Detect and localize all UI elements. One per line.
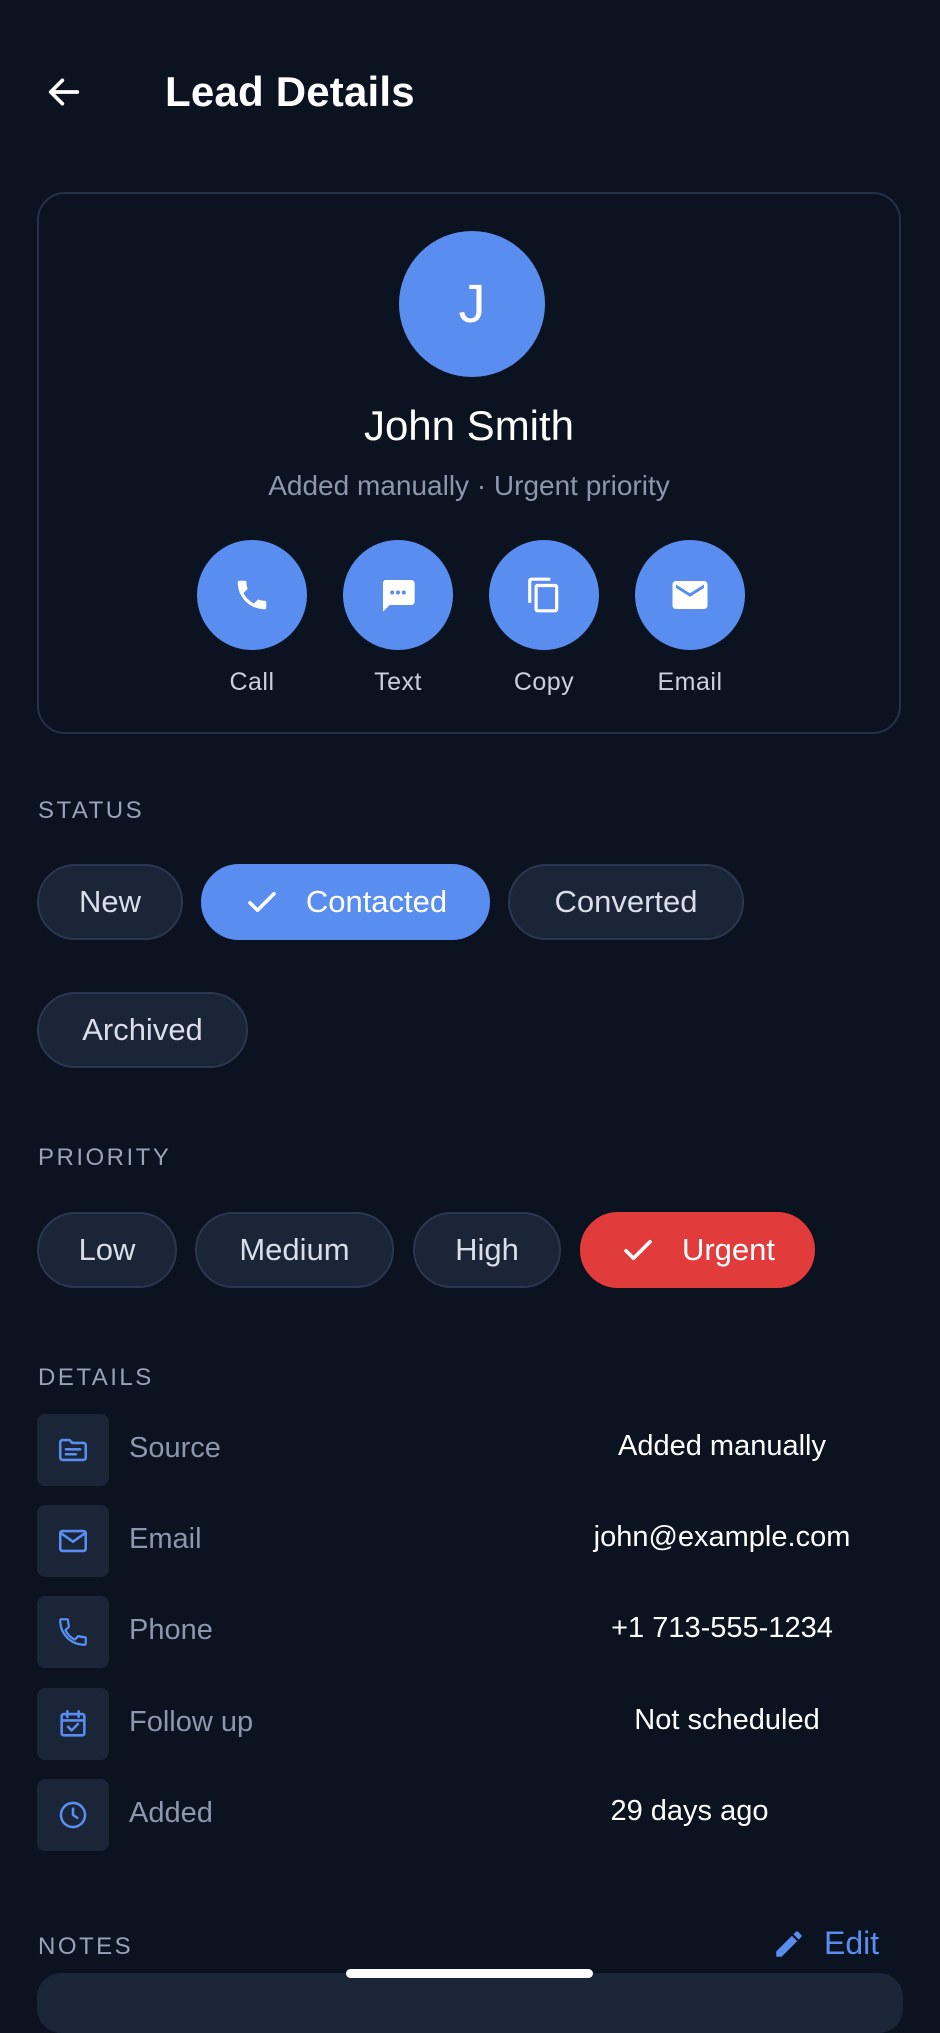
detail-row-follow-up[interactable]: Follow up Not scheduled <box>37 1688 903 1760</box>
status-chip-label: New <box>78 884 141 919</box>
message-icon <box>383 580 415 612</box>
call-button-circle[interactable] <box>197 540 307 650</box>
copy-button[interactable]: Copy <box>489 540 599 697</box>
detail-row-email[interactable]: Email john@example.com <box>37 1505 903 1577</box>
detail-value: Not scheduled <box>634 1704 820 1736</box>
detail-value: 29 days ago <box>610 1795 769 1827</box>
check-icon <box>620 1232 656 1268</box>
copy-icon <box>528 577 559 613</box>
detail-value: Added manually <box>618 1430 826 1462</box>
phone-icon <box>37 1596 109 1668</box>
back-button[interactable] <box>38 66 90 118</box>
page-title: Lead Details <box>165 68 415 115</box>
avatar: J <box>399 231 545 377</box>
detail-value: john@example.com <box>593 1521 851 1553</box>
priority-chip-label: Urgent <box>681 1232 776 1267</box>
quick-actions: Call Text Copy Email <box>197 540 745 697</box>
call-label: Call <box>229 668 275 696</box>
notes-section-title: NOTES <box>38 1933 134 1960</box>
text-button[interactable]: Text <box>343 540 453 697</box>
detail-label: Added <box>129 1797 213 1829</box>
text-button-circle[interactable] <box>343 540 453 650</box>
lead-name: John Smith <box>363 402 575 449</box>
email-label: Email <box>657 668 723 696</box>
details-section-title: DETAILS <box>38 1364 154 1391</box>
detail-label: Source <box>129 1432 221 1464</box>
status-chip-label: Archived <box>82 1012 203 1047</box>
priority-chip-label: Medium <box>239 1232 350 1267</box>
priority-section-title: PRIORITY <box>38 1144 172 1171</box>
notes-edit-button[interactable]: Edit <box>772 1925 879 1962</box>
header: Lead Details <box>0 0 940 180</box>
status-chip-label: Converted <box>554 884 698 919</box>
phone-icon <box>237 580 267 610</box>
detail-label: Phone <box>129 1614 213 1646</box>
pencil-icon <box>776 1930 802 1957</box>
priority-chip-label: Low <box>78 1232 136 1267</box>
detail-row-source: Source Added manually <box>37 1414 903 1486</box>
mail-icon <box>672 581 708 609</box>
call-button[interactable]: Call <box>197 540 307 697</box>
calendar-check-icon <box>37 1688 109 1760</box>
email-button[interactable]: Email <box>635 540 745 697</box>
notes-card[interactable] <box>37 1973 903 2033</box>
lead-subtitle: Added manually · Urgent priority <box>268 470 670 501</box>
copy-button-circle[interactable] <box>489 540 599 650</box>
detail-row-phone[interactable]: Phone +1 713-555-1234 <box>37 1596 903 1668</box>
arrow-left-icon <box>48 78 80 106</box>
status-chip-new[interactable]: New <box>37 864 183 940</box>
status-section-title: STATUS <box>38 797 145 824</box>
priority-chip-label: High <box>455 1232 519 1267</box>
status-chip-converted[interactable]: Converted <box>508 864 744 940</box>
detail-label: Follow up <box>129 1706 254 1738</box>
priority-chip-high[interactable]: High <box>413 1212 561 1288</box>
text-label: Text <box>374 668 422 696</box>
detail-value: +1 713-555-1234 <box>611 1612 833 1644</box>
detail-label: Email <box>129 1523 202 1555</box>
mail-icon <box>37 1505 109 1577</box>
source-icon <box>37 1414 109 1486</box>
clock-icon <box>37 1779 109 1851</box>
profile-card: J John Smith Added manually · Urgent pri… <box>37 192 901 734</box>
status-chip-archived[interactable]: Archived <box>37 992 248 1068</box>
priority-chip-low[interactable]: Low <box>37 1212 177 1288</box>
priority-chip-medium[interactable]: Medium <box>195 1212 394 1288</box>
notes-edit-label: Edit <box>824 1925 880 1961</box>
check-icon <box>244 884 280 920</box>
detail-row-added: Added 29 days ago <box>37 1779 903 1851</box>
priority-chip-urgent[interactable]: Urgent <box>580 1212 815 1288</box>
email-button-circle[interactable] <box>635 540 745 650</box>
home-indicator <box>346 1969 593 1978</box>
copy-label: Copy <box>513 668 575 696</box>
status-chip-label: Contacted <box>305 884 448 919</box>
status-chip-contacted[interactable]: Contacted <box>201 864 490 940</box>
